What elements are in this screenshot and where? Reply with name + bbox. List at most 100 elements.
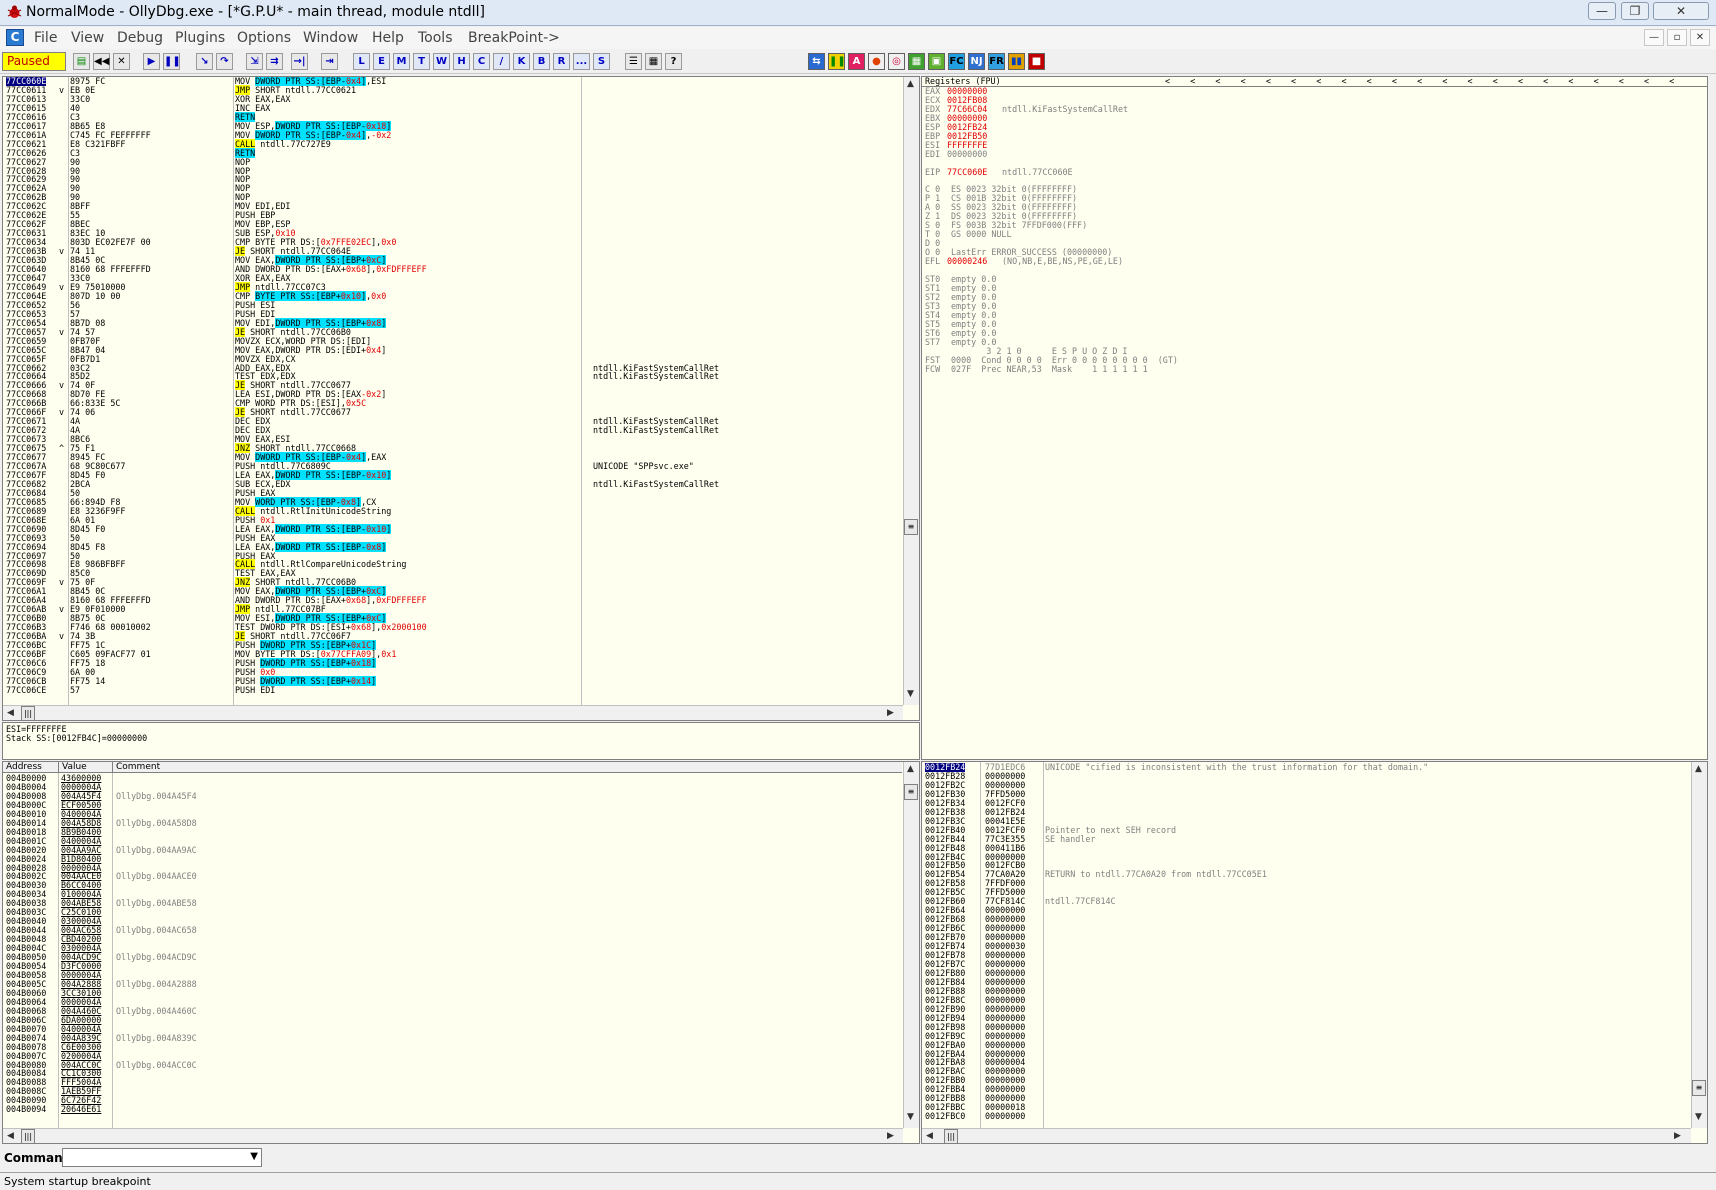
register-row[interactable]: ESP 0012FB24 [925,122,1695,132]
disasm-row[interactable]: 77CC0682 2BCA SUB ECX,EDX ntdll.KiFastSyste… [3,479,905,489]
disasm-row[interactable]: 77CC068E 6A 01 PUSH 0x1 [3,515,905,525]
mdi-close-button[interactable]: ✕ [1690,29,1710,46]
menu-window[interactable]: Window [303,30,358,46]
go-to-icon[interactable]: ⇥ [321,53,338,70]
breakpoints-window-button[interactable]: B [533,53,550,70]
mdi-restore-button[interactable]: ▫ [1667,29,1687,46]
register-row[interactable]: ST6 empty 0.0 [925,328,1695,338]
stack-row[interactable]: 0012FB3C 00041E5E [923,816,1688,826]
disasm-row[interactable]: 77CC069F v 75 0F JNZ SHORT ntdll.77CC06B0 [3,577,905,588]
stack-row[interactable]: 0012FB7C 00000000 [923,960,1688,969]
restart-icon[interactable]: ◀◀ [93,53,110,70]
dump-col-address[interactable]: Address [3,762,58,773]
disasm-row[interactable]: 77CC0634 803D EC02FE7F 00 CMP BYTE PTR DS:… [3,238,905,247]
plugin-pause-icon[interactable]: ❚❚ [828,53,846,70]
disasm-row[interactable]: 77CC0662 03C2 ADD EAX,EDX ntdll.KiFastSyste… [3,363,905,373]
register-row[interactable]: ST1 empty 0.0 [925,284,1695,293]
cpu-window-icon[interactable]: C [6,29,24,46]
mdi-minimize-button[interactable]: — [1644,29,1664,46]
disassembly-vscroll[interactable]: ▲ ≡ ▼ [903,77,919,705]
stack-row[interactable]: 0012FBB4 00000000 [923,1085,1688,1094]
disasm-row[interactable]: 77CC06BA v 74 3B JE SHORT ntdll.77CC06F7 [3,631,905,642]
disassembly-pane[interactable]: 77CC060E 8975 FC MOV DWORD PTR SS:[EBP-0x4… [2,76,920,721]
stack-row[interactable]: 0012FBA8 00000004 [923,1058,1688,1067]
stack-row[interactable]: 0012FB68 00000000 [923,915,1688,924]
scroll-thumb[interactable]: ≡ [1692,1080,1706,1096]
plugin-bars-icon[interactable]: ▮▮ [1008,53,1025,70]
disassembly-hscroll[interactable]: ◀ ||| ▶ [3,705,903,720]
disasm-row[interactable]: 77CC06CE 57 PUSH EDI [3,685,905,695]
minimize-button[interactable]: — [1588,2,1616,20]
register-row[interactable]: EBP 0012FB50 [925,131,1695,141]
disasm-row[interactable]: 77CC0675 ^ 75 F1 JNZ SHORT ntdll.77CC0668 [3,443,905,454]
stack-row[interactable]: 0012FB74 00000030 [923,942,1688,951]
plugin-circle-icon[interactable]: ● [868,53,885,70]
disasm-row[interactable]: 77CC0626 C3 RETN [3,147,905,158]
scroll-up-icon[interactable]: ▲ [907,79,914,89]
handles-window-button[interactable]: H [453,53,470,70]
hscroll-thumb[interactable]: ||| [21,1129,35,1143]
registers-pane[interactable]: Registers (FPU) < < < < < < < < < < < < … [921,76,1708,760]
stack-row[interactable]: 0012FB48 000411B6 [923,843,1688,853]
stack-row[interactable]: 0012FB98 00000000 [923,1022,1688,1032]
register-row[interactable]: EIP 77CC060E ntdll.77CC060E [925,167,1695,177]
stack-row[interactable]: 0012FBC0 00000000 [923,1112,1688,1121]
plugin-nj-icon[interactable]: NJ [968,53,985,70]
disasm-row[interactable]: 77CC063B v 74 11 JE SHORT ntdll.77CC064E [3,246,905,257]
stack-row[interactable]: 0012FB88 00000000 [923,986,1688,996]
disasm-row[interactable]: 77CC06CB FF75 14 PUSH DWORD PTR SS:[EBP+0x… [3,675,905,686]
disasm-row[interactable]: 77CC066F v 74 06 JE SHORT ntdll.77CC0677 [3,407,905,418]
pause-icon[interactable]: ❚❚ [163,53,181,70]
disasm-row[interactable]: 77CC0653 57 PUSH EDI [3,309,905,319]
disasm-row[interactable]: 77CC0640 8160 68 FFFEFFFD AND DWORD PTR DS… [3,265,905,274]
trace-into-icon[interactable]: ⇲ [246,53,263,70]
stack-row[interactable]: 0012FB9C 00000000 [923,1031,1688,1041]
disasm-row[interactable]: 77CC0677 8945 FC MOV DWORD PTR SS:[EBP-0x4… [3,452,905,463]
disasm-row[interactable]: 77CC0672 4A DEC EDX ntdll.KiFastSystemCallR… [3,426,905,435]
register-row[interactable]: ST0 empty 0.0 [925,275,1695,284]
stack-vscroll[interactable]: ▲ ≡ ▼ [1691,762,1707,1128]
register-row[interactable]: ESI FFFFFFFE [925,140,1695,150]
help-icon[interactable]: ? [665,53,682,70]
register-row[interactable]: EDI 00000000 [925,149,1695,159]
stack-row[interactable]: 0012FB44 77C3E355 SE handler [923,834,1688,844]
register-row[interactable]: ST4 empty 0.0 [925,310,1695,320]
stack-row[interactable]: 0012FB28 00000000 [923,771,1688,781]
disasm-row[interactable]: 77CC06BF C605 09FACF77 01 MOV BYTE PTR DS:… [3,650,905,659]
disasm-row[interactable]: 77CC0657 v 74 57 JE SHORT ntdll.77CC06B0 [3,326,905,337]
disasm-row[interactable]: 77CC065F 0FB7D1 MOVZX EDX,CX [3,354,905,364]
plugin-box-icon[interactable]: ▣ [928,53,945,70]
disasm-row[interactable]: 77CC06C9 6A 00 PUSH 0x0 [3,667,905,677]
plugin-a-icon[interactable]: A [848,53,865,70]
disasm-row[interactable]: 77CC0685 66:894D F8 MOV WORD PTR SS:[EBP-0… [3,496,905,507]
cpu-window-button[interactable]: C [473,53,490,70]
disasm-row[interactable]: 77CC0649 v E9 75010000 JMP ntdll.77CC07C3 [3,281,905,292]
stack-row[interactable]: 0012FBA4 00000000 [923,1049,1688,1059]
stack-row[interactable]: 0012FB80 00000000 [923,968,1688,978]
disasm-row[interactable]: 77CC0666 v 74 0F JE SHORT ntdll.77CC0677 [3,380,905,391]
scroll-down-icon[interactable]: ▼ [907,1112,914,1122]
stack-row[interactable]: 0012FB70 00000000 [923,933,1688,942]
registers-list[interactable]: EAX 00000000 ECX 0012FB08 EDX 77C66C04 ntdll.K… [925,87,1695,374]
scroll-right-icon[interactable]: ▶ [887,708,894,718]
disasm-row[interactable]: 77CC0621 E8 C321FBFF CALL ntdll.77C727E9 [3,138,905,149]
disasm-row[interactable]: 77CC0689 E8 3236F9FF CALL ntdll.RtlInitUni… [3,505,905,516]
disasm-row[interactable]: 77CC062E 55 PUSH EBP [3,211,905,220]
memory-window-button[interactable]: M [393,53,410,70]
register-row[interactable]: ST5 empty 0.0 [925,319,1695,329]
menu-breakpoint[interactable]: BreakPoint-> [468,30,560,46]
plugin-refresh-icon[interactable]: ⇆ [808,53,825,70]
stack-row[interactable]: 0012FB34 0012FCF0 [923,798,1688,808]
scroll-right-icon[interactable]: ▶ [887,1131,894,1141]
run-icon[interactable]: ▶ [143,53,160,70]
disasm-row[interactable]: 77CC0690 8D45 F0 LEA EAX,DWORD PTR SS:[EBP… [3,523,905,534]
stack-pane[interactable]: 0012FB24 77D1EDC6 UNICODE "cified is incon… [921,761,1708,1144]
menu-options[interactable]: Options [237,30,291,46]
command-input[interactable]: ▼ [62,1148,262,1167]
stack-row[interactable]: 0012FB58 7FFDF000 [923,879,1688,888]
stack-row[interactable]: 0012FB30 7FFD5000 [923,789,1688,799]
plugin-fr-icon[interactable]: FR [988,53,1005,70]
disasm-row[interactable]: 77CC067A 68 9C80C677 PUSH ntdll.77C6809C UN… [3,462,905,471]
disasm-row[interactable]: 77CC0654 8B7D 08 MOV EDI,DWORD PTR SS:[EBP… [3,317,905,328]
stack-list[interactable]: 0012FB24 77D1EDC6 UNICODE "cified is incon… [923,763,1688,1121]
